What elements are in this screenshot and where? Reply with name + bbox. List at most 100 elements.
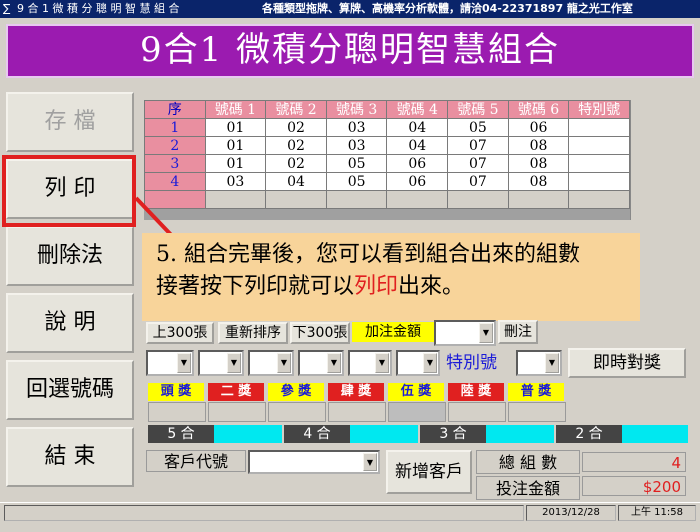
delete-method-button[interactable]: 刪除法 xyxy=(6,226,134,286)
number-select-6[interactable]: ▼ xyxy=(396,350,440,376)
results-grid[interactable]: 序 號碼 1 號碼 2 號碼 3 號碼 4 號碼 5 號碼 6 特別號 1 01… xyxy=(144,100,630,220)
hit-count xyxy=(622,425,688,443)
table-cell xyxy=(507,190,570,209)
hit-label: 5 合 xyxy=(148,425,214,443)
prize-count xyxy=(388,402,446,422)
prize-count xyxy=(268,402,326,422)
table-cell: 06 xyxy=(386,172,449,191)
table-cell: 05 xyxy=(447,118,509,137)
reselect-numbers-button[interactable]: 回選號碼 xyxy=(6,360,134,420)
customer-select[interactable]: ▼ xyxy=(248,450,380,474)
prize-count xyxy=(208,402,266,422)
highlight-frame xyxy=(2,155,136,227)
prize-label: 二 獎 xyxy=(208,383,264,401)
table-row[interactable]: 3 01 02 05 06 07 08 xyxy=(144,154,630,173)
table-cell xyxy=(568,118,630,137)
instruction-tip: 5. 組合完畢後，您可以看到組合出來的組數 接著按下列印就可以列印出來。 xyxy=(142,233,640,321)
prize-label: 肆 獎 xyxy=(328,383,384,401)
resort-button[interactable]: 重新排序 xyxy=(218,322,288,344)
hit-label: 2 合 xyxy=(556,425,622,443)
table-cell: 08 xyxy=(507,136,570,155)
table-cell xyxy=(568,190,630,209)
table-cell: 08 xyxy=(507,172,570,191)
number-select-3[interactable]: ▼ xyxy=(248,350,294,376)
chevron-down-icon: ▼ xyxy=(327,353,341,373)
table-row[interactable]: 4 03 04 05 06 07 08 xyxy=(144,172,630,191)
chevron-down-icon: ▼ xyxy=(423,353,437,373)
number-select-2[interactable]: ▼ xyxy=(198,350,244,376)
table-cell: 07 xyxy=(447,172,509,191)
customer-label: 客戶代號 xyxy=(146,450,246,472)
prize-count xyxy=(328,402,386,422)
prize-label: 普 獎 xyxy=(508,383,564,401)
table-cell xyxy=(265,190,327,209)
title-bar: ∑ 9 合 1 微 積 分 聰 明 智 慧 組 合 各種類型拖牌、算牌、高機率分… xyxy=(0,0,700,18)
table-cell xyxy=(568,172,630,191)
special-number-select[interactable]: ▼ xyxy=(516,350,562,376)
number-select-1[interactable]: ▼ xyxy=(146,350,194,376)
table-cell: 04 xyxy=(265,172,327,191)
status-panel xyxy=(4,505,524,521)
table-cell: 07 xyxy=(447,136,509,155)
window-title: 9 合 1 微 積 分 聰 明 智 慧 組 合 xyxy=(17,2,180,15)
row-number: 3 xyxy=(144,154,206,173)
table-cell: 03 xyxy=(325,118,388,137)
grid-header: 號碼 2 xyxy=(265,100,327,119)
chevron-down-icon: ▼ xyxy=(177,353,191,373)
app-window: ∑ 9 合 1 微 積 分 聰 明 智 慧 組 合 各種類型拖牌、算牌、高機率分… xyxy=(0,0,700,532)
prize-count xyxy=(148,402,206,422)
table-cell: 04 xyxy=(386,118,449,137)
add-customer-button[interactable]: 新增客戶 xyxy=(386,450,472,494)
bet-amount-label: 投注金額 xyxy=(476,476,580,500)
table-cell: 02 xyxy=(265,154,327,173)
bet-amount-value: $200 xyxy=(582,476,686,496)
row-number xyxy=(144,190,206,209)
grid-header: 號碼 5 xyxy=(447,100,509,119)
table-cell: 01 xyxy=(204,136,267,155)
table-cell: 01 xyxy=(204,118,267,137)
grid-empty-area xyxy=(630,100,688,220)
help-button[interactable]: 說 明 xyxy=(6,293,134,353)
hit-count xyxy=(214,425,282,443)
chevron-down-icon: ▼ xyxy=(363,453,377,471)
grid-header: 序 xyxy=(144,100,206,119)
hit-label: 4 合 xyxy=(284,425,350,443)
number-select-4[interactable]: ▼ xyxy=(298,350,344,376)
prize-label: 伍 獎 xyxy=(388,383,444,401)
table-cell: 03 xyxy=(204,172,267,191)
table-row[interactable]: 1 01 02 03 04 05 06 xyxy=(144,118,630,137)
status-time: 上午 11:58 xyxy=(618,505,696,521)
table-cell: 06 xyxy=(386,154,449,173)
number-select-5[interactable]: ▼ xyxy=(348,350,392,376)
prize-count xyxy=(448,402,506,422)
remove-bet-button[interactable]: 刪注 xyxy=(498,320,538,344)
grid-header-row: 序 號碼 1 號碼 2 號碼 3 號碼 4 號碼 5 號碼 6 特別號 xyxy=(144,100,630,119)
add-amount-select[interactable]: ▼ xyxy=(434,320,496,346)
tip-text: 接著按下列印就可以 xyxy=(156,274,355,299)
table-cell xyxy=(204,190,267,209)
grid-header: 號碼 6 xyxy=(507,100,570,119)
table-cell: 07 xyxy=(447,154,509,173)
save-button[interactable]: 存 檔 xyxy=(6,92,134,152)
table-cell: 02 xyxy=(265,136,327,155)
prev-300-button[interactable]: 上300張 xyxy=(146,322,214,344)
prize-label: 陸 獎 xyxy=(448,383,504,401)
row-number: 4 xyxy=(144,172,206,191)
table-cell: 05 xyxy=(325,154,388,173)
table-row xyxy=(144,190,630,209)
window-title-info: 各種類型拖牌、算牌、高機率分析軟體，請洽04-22371897 龍之光工作室 xyxy=(262,2,633,15)
table-cell xyxy=(386,190,449,209)
total-groups-value: 4 xyxy=(582,452,686,472)
table-cell: 08 xyxy=(507,154,570,173)
row-number: 1 xyxy=(144,118,206,137)
exit-button[interactable]: 結 束 xyxy=(6,427,134,487)
table-cell: 02 xyxy=(265,118,327,137)
next-300-button[interactable]: 下300張 xyxy=(290,322,350,344)
chevron-down-icon: ▼ xyxy=(545,353,559,373)
table-cell: 04 xyxy=(386,136,449,155)
instant-check-button[interactable]: 即時對獎 xyxy=(568,348,686,378)
table-row[interactable]: 2 01 02 03 04 07 08 xyxy=(144,136,630,155)
prize-count xyxy=(508,402,566,422)
status-date: 2013/12/28 xyxy=(526,505,616,521)
hit-count xyxy=(350,425,418,443)
